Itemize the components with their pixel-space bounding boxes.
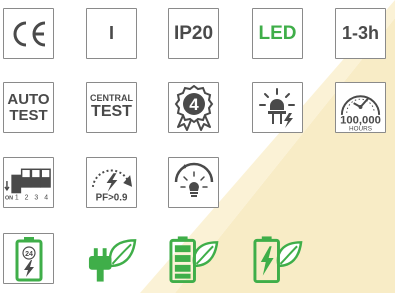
- central-test-line2: TEST: [91, 102, 132, 120]
- light-bulb-lightning-icon: [258, 87, 295, 128]
- class-one-tile: I: [86, 8, 137, 59]
- power-factor-tile: PF>0.9: [86, 157, 137, 208]
- badge-number: 4: [189, 95, 199, 114]
- duration-label: 1-3h: [341, 23, 379, 44]
- light-bulb-lightning-tile: [252, 82, 303, 133]
- ce-mark-tile: [3, 8, 54, 59]
- battery-24h-icon: 24: [15, 236, 42, 281]
- class-one-label: I: [108, 23, 114, 44]
- eco-battery-leaf-tile: [168, 233, 219, 284]
- led-label: LED: [258, 22, 297, 44]
- power-factor-gauge-icon: PF>0.9: [91, 169, 133, 203]
- duration-tile: 1-3h: [335, 8, 386, 59]
- lifetime-gauge-tile: 100,000 HOURS: [335, 82, 386, 133]
- ip20-tile: IP20: [168, 8, 219, 59]
- dimming-bulb-tile: [168, 157, 219, 208]
- battery-24h-tile: 24: [3, 233, 54, 284]
- lifetime-gauge-icon: 100,000 HOURS: [340, 94, 381, 132]
- auto-test-line1: AUTO: [7, 90, 50, 108]
- ce-mark-icon: [13, 21, 45, 46]
- ip20-label: IP20: [173, 22, 214, 44]
- auto-test-tile: AUTO TEST: [3, 82, 54, 133]
- dip-switch-tile: ON 1 2 3 4: [3, 157, 54, 208]
- eco-plug-leaf-tile: [86, 233, 137, 284]
- dip-number-1: 1: [15, 194, 19, 201]
- pf-label: PF>0.9: [96, 192, 128, 203]
- central-test-tile: CENTRAL TEST: [86, 82, 137, 133]
- auto-test-line2: TEST: [9, 106, 48, 124]
- eco-charge-leaf-icon: [253, 235, 303, 283]
- award-ribbon-icon: 4: [174, 84, 213, 131]
- battery-hours: 24: [25, 251, 33, 258]
- led-tile: LED: [252, 8, 303, 59]
- dip-number-2: 2: [25, 194, 29, 201]
- hours-unit: HOURS: [349, 125, 372, 132]
- eco-plug-leaf-icon: [88, 238, 137, 282]
- award-ribbon-tile: 4: [168, 82, 219, 133]
- dimming-bulb-icon: [174, 162, 213, 197]
- dip-switch-icon: ON 1 2 3 4: [4, 168, 51, 201]
- dip-on-label: ON: [5, 195, 13, 201]
- eco-battery-leaf-icon: [169, 235, 219, 283]
- dip-number-4: 4: [44, 194, 48, 201]
- eco-charge-leaf-tile: [252, 233, 303, 284]
- dip-number-3: 3: [34, 194, 38, 201]
